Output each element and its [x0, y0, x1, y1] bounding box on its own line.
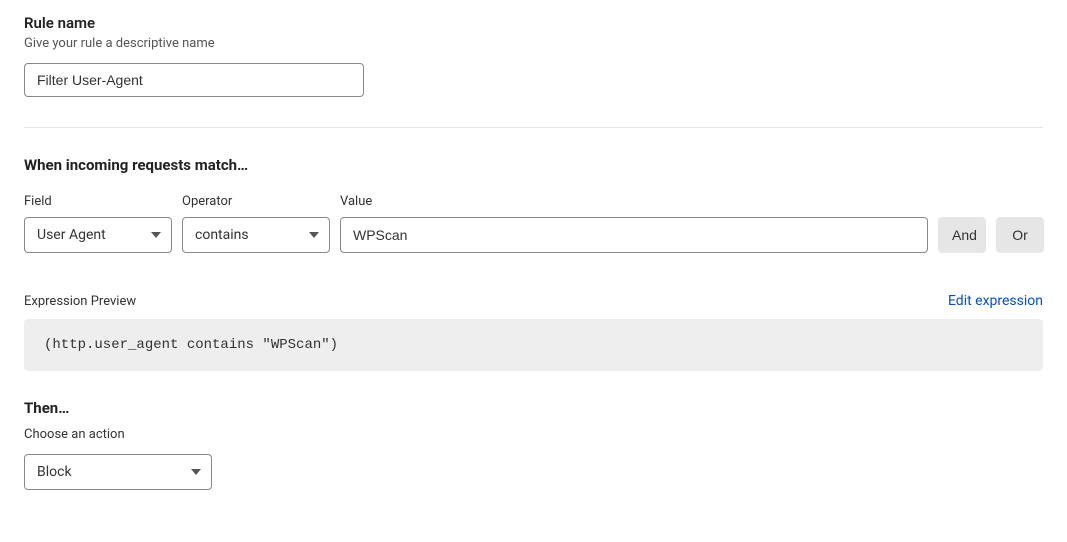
field-select[interactable]: User Agent [24, 217, 172, 253]
rule-name-title: Rule name [24, 14, 1043, 32]
operator-select-value: contains [195, 227, 249, 243]
edit-expression-link[interactable]: Edit expression [948, 293, 1043, 309]
operator-label: Operator [182, 194, 330, 209]
match-heading: When incoming requests match… [24, 156, 1043, 174]
and-button[interactable]: And [938, 217, 986, 253]
divider [24, 127, 1043, 128]
action-select-value: Block [37, 464, 72, 480]
operator-select[interactable]: contains [182, 217, 330, 253]
field-select-value: User Agent [37, 227, 106, 243]
expression-preview-code: (http.user_agent contains "WPScan") [24, 319, 1043, 371]
then-subtitle: Choose an action [24, 427, 1043, 442]
value-label: Value [340, 194, 928, 209]
caret-down-icon [151, 232, 161, 238]
caret-down-icon [191, 469, 201, 475]
rule-name-input[interactable] [24, 63, 364, 97]
value-input[interactable] [340, 217, 928, 253]
caret-down-icon [309, 232, 319, 238]
expression-builder-row: Field User Agent Operator contains Value… [24, 194, 1043, 253]
or-button[interactable]: Or [996, 217, 1044, 253]
then-heading: Then… [24, 399, 1043, 417]
expression-preview-label: Expression Preview [24, 294, 136, 309]
field-label: Field [24, 194, 172, 209]
rule-name-subtitle: Give your rule a descriptive name [24, 36, 1043, 51]
action-select[interactable]: Block [24, 454, 212, 490]
